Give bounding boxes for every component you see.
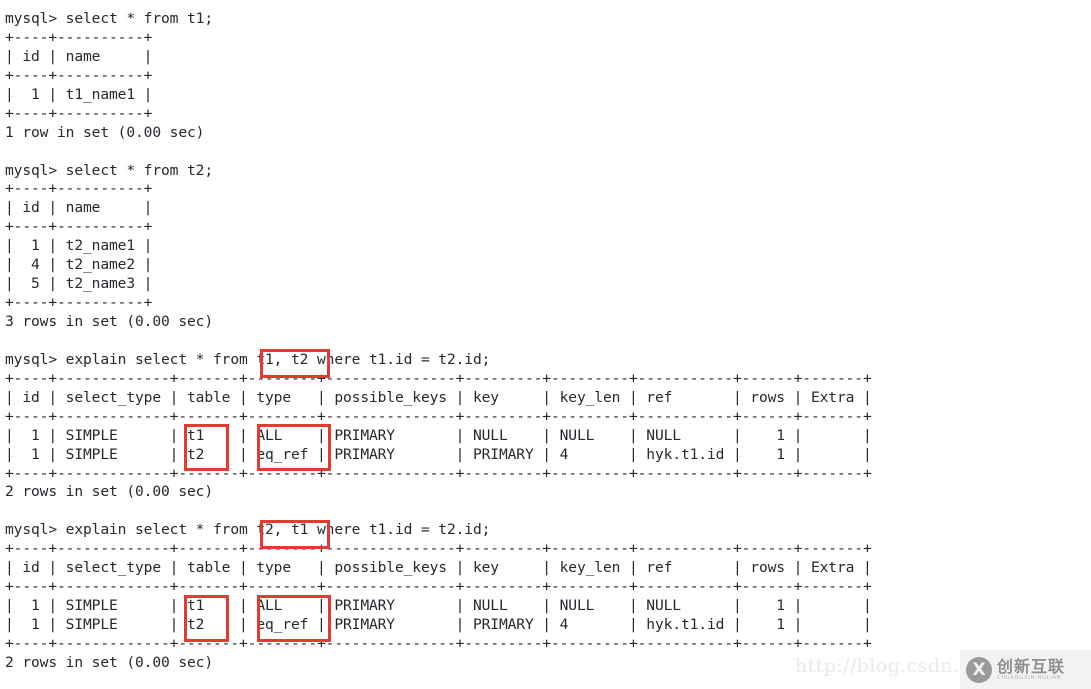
terminal-line: 1 row in set (0.00 sec)	[5, 123, 205, 141]
terminal-line: +----+----------+	[5, 294, 153, 312]
terminal-line: +----+----------+	[5, 180, 153, 198]
logo-chinese-text: 创新互联	[997, 656, 1066, 676]
terminal-line: +----+-------------+-------+--------+---…	[5, 407, 872, 425]
terminal-line: | id | name |	[5, 47, 153, 65]
terminal-line: +----+-------------+-------+--------+---…	[5, 540, 872, 558]
terminal-line: +----+-------------+-------+--------+---…	[5, 464, 872, 482]
terminal-line: | 1 | SIMPLE | t2 | eq_ref | PRIMARY | P…	[5, 616, 872, 633]
terminal-line: +----+----------+	[5, 104, 153, 122]
terminal-line: | 5 | t2_name3 |	[5, 275, 153, 293]
terminal-line: mysql> select * from t2;	[5, 161, 213, 179]
terminal-line: +----+----------+	[5, 66, 153, 84]
terminal-line: mysql> explain select * from t2, t1 wher…	[5, 521, 491, 539]
terminal-line: | id | select_type | table | type | poss…	[5, 559, 872, 577]
logo-wordmark: 创新互联 CHUANGXIN HULIAN	[997, 658, 1065, 682]
terminal-line: | id | name |	[5, 199, 153, 217]
terminal-output: mysql> select * from t1; +----+----------…	[5, 10, 1086, 673]
terminal-line: | 1 | SIMPLE | t1 | ALL | PRIMARY | NULL…	[5, 426, 872, 444]
terminal-line: | 1 | t2_name1 |	[5, 237, 153, 255]
terminal-line: +----+----------+	[5, 28, 153, 46]
terminal-line: | 1 | SIMPLE | t2 | eq_ref | PRIMARY | P…	[5, 445, 872, 463]
terminal-line: | 1 | t1_name1 |	[5, 85, 153, 103]
terminal-line: +----+-------------+-------+--------+---…	[5, 634, 872, 652]
terminal-line: +----+----------+	[5, 218, 153, 236]
terminal-line: | id | select_type | table | type | poss…	[5, 388, 872, 406]
logo-mark-icon: X	[966, 656, 992, 683]
terminal-line: mysql> explain select * from t1, t2 wher…	[5, 350, 491, 368]
terminal-line: +----+-------------+-------+--------+---…	[5, 369, 872, 387]
terminal-line: | 4 | t2_name2 |	[5, 256, 153, 274]
terminal-line: 3 rows in set (0.00 sec)	[5, 313, 213, 330]
terminal-line: +----+-------------+-------+--------+---…	[5, 578, 872, 596]
logo-pinyin-text: CHUANGXIN HULIAN	[997, 674, 1062, 681]
terminal-line: 2 rows in set (0.00 sec)	[5, 483, 213, 501]
terminal-line: | 1 | SIMPLE | t1 | ALL | PRIMARY | NULL…	[5, 597, 872, 615]
site-logo: X 创新互联 CHUANGXIN HULIAN	[960, 650, 1091, 689]
terminal-line: mysql> select * from t1;	[5, 10, 213, 27]
